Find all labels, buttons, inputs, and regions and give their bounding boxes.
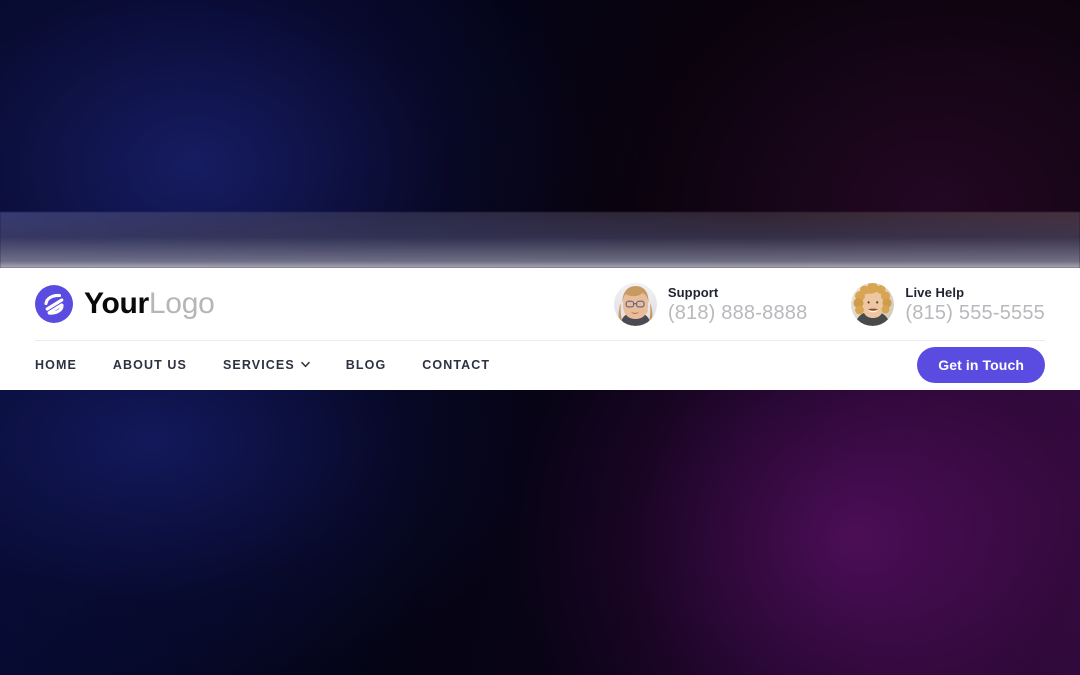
brand-logo-link[interactable]: YourLogo [35, 285, 215, 323]
contact-live-help-label: Live Help [905, 284, 965, 300]
nav-item-contact-label: CONTACT [422, 358, 491, 372]
contact-group: Support (818) 888-8888 Live Help (815) 5… [613, 282, 1045, 326]
contact-support[interactable]: Support (818) 888-8888 [613, 282, 808, 326]
header-top-row: YourLogo Support (818) 888-8888 Live Hel… [0, 268, 1080, 340]
circle-s-mark-icon [35, 285, 73, 323]
contact-live-help[interactable]: Live Help (815) 555-5555 [851, 282, 1045, 326]
page-root: YourLogo Support (818) 888-8888 Live Hel… [0, 0, 1080, 675]
primary-navigation: HOME ABOUT US SERVICES BLOG CONTACT [35, 358, 490, 372]
nav-item-about-us-label: ABOUT US [112, 358, 187, 372]
nav-item-blog[interactable]: BLOG [346, 358, 387, 372]
contact-support-text: Support (818) 888-8888 [668, 286, 808, 323]
nav-item-blog-label: BLOG [345, 358, 387, 372]
hero-top-fade-band [0, 212, 1080, 268]
avatar-live-help-woman-curly-hair [851, 282, 895, 326]
brand-name-light: Logo [148, 287, 215, 320]
chevron-down-icon [301, 360, 310, 369]
nav-item-home-label: HOME [35, 358, 77, 372]
hero-background-bottom [0, 390, 1080, 675]
contact-support-label: Support [667, 284, 719, 300]
nav-item-home[interactable]: HOME [35, 358, 77, 372]
header-nav-row: HOME ABOUT US SERVICES BLOG CONTACT Get … [0, 340, 1080, 390]
brand-wordmark: YourLogo [84, 287, 215, 320]
nav-item-services[interactable]: SERVICES [223, 358, 310, 372]
brand-name-strong: Your [84, 287, 149, 320]
site-header: YourLogo Support (818) 888-8888 Live Hel… [0, 268, 1080, 390]
nav-item-services-label: SERVICES [222, 358, 295, 372]
get-in-touch-button[interactable]: Get in Touch [917, 347, 1045, 383]
contact-live-help-text: Live Help (815) 555-5555 [905, 286, 1045, 323]
contact-support-phone: (818) 888-8888 [667, 301, 808, 324]
nav-item-contact[interactable]: CONTACT [422, 358, 490, 372]
contact-live-help-phone: (815) 555-5555 [905, 301, 1045, 324]
avatar-support-woman-glasses [613, 282, 657, 326]
nav-item-about-us[interactable]: ABOUT US [113, 358, 187, 372]
